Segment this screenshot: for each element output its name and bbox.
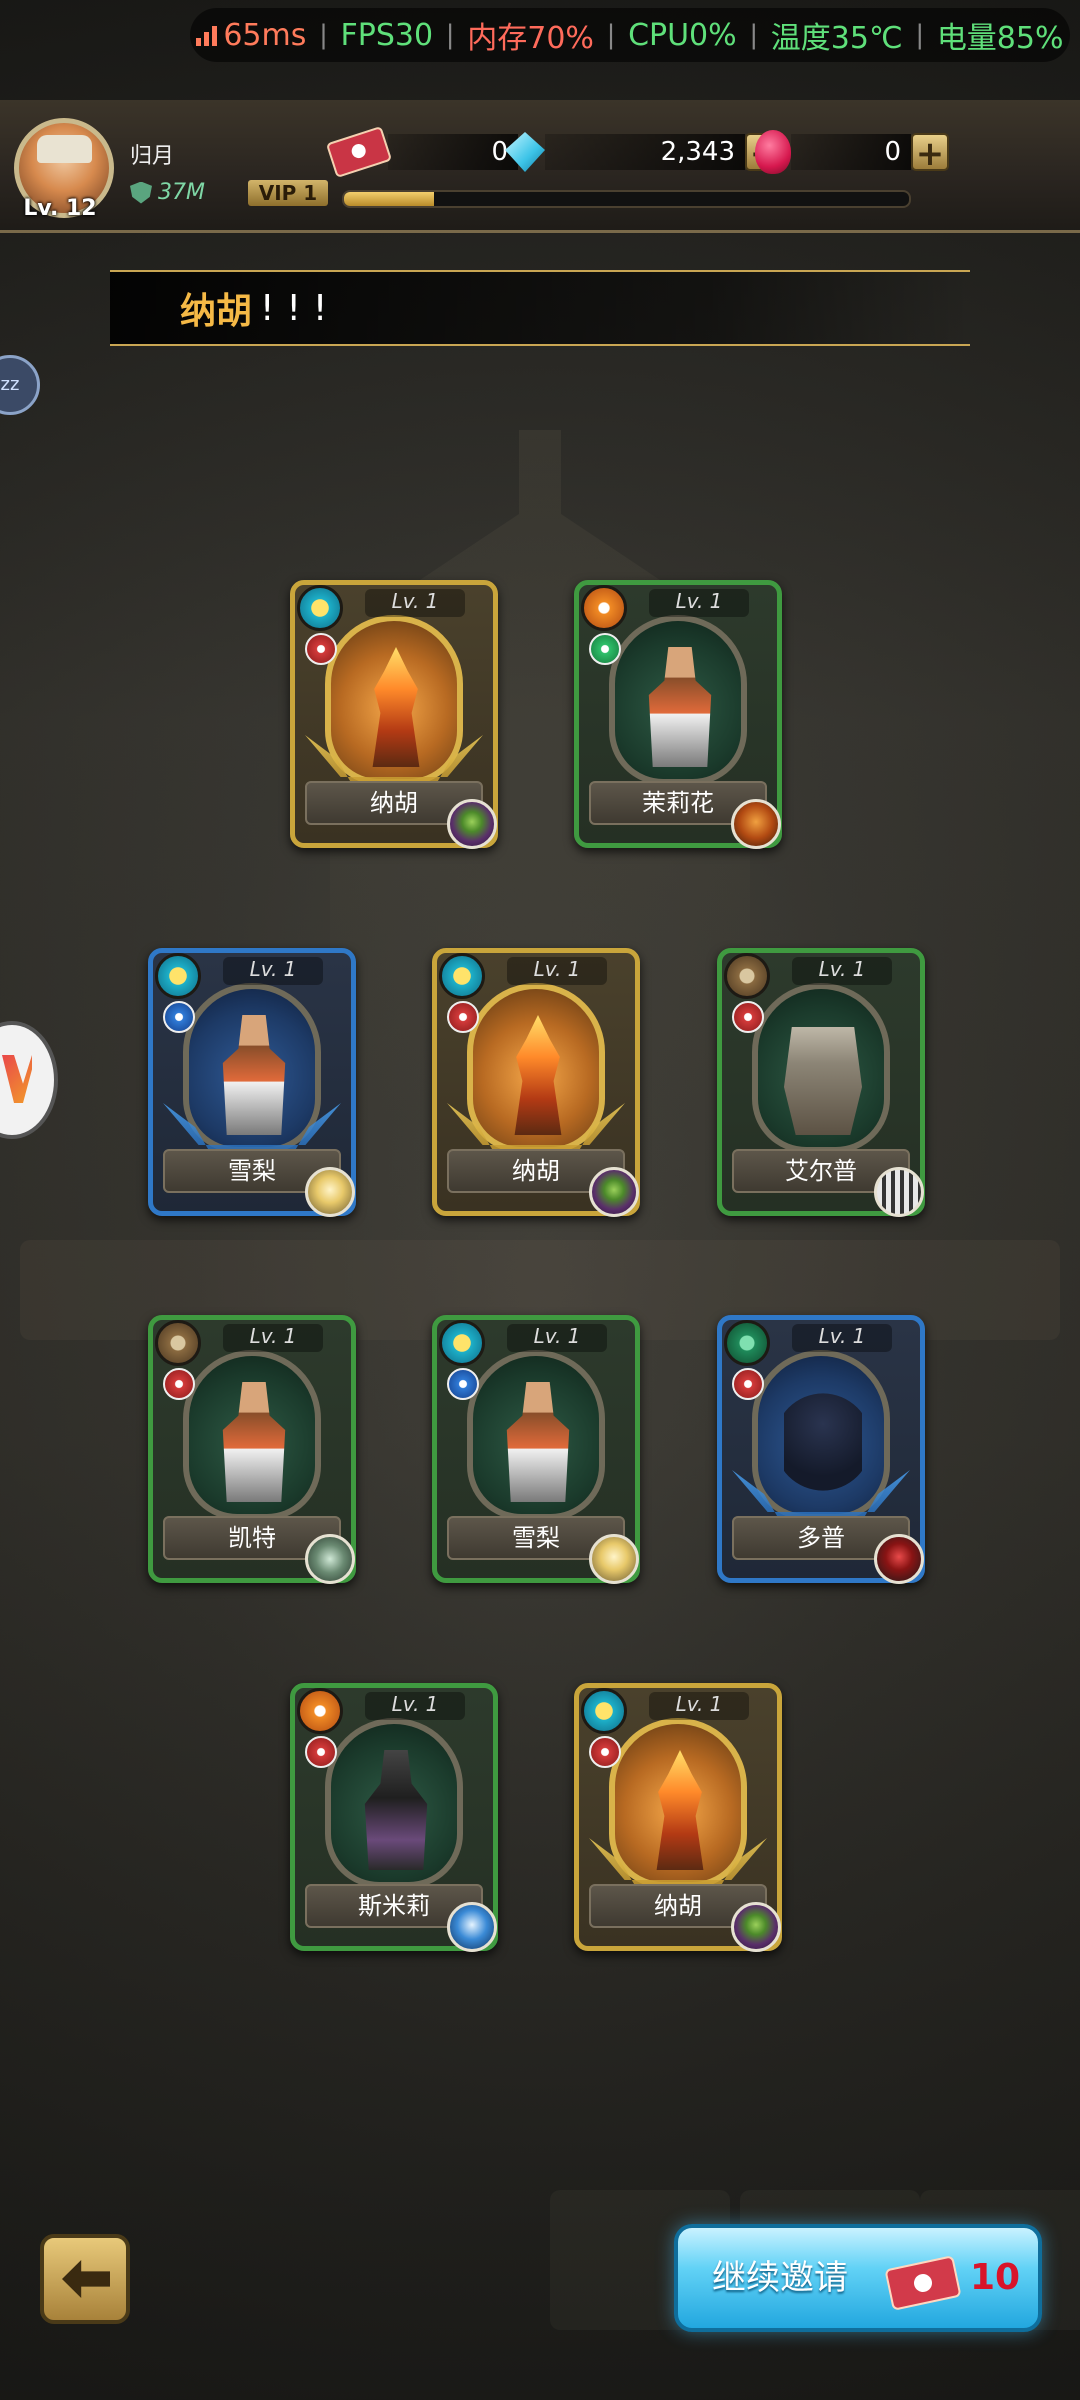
hero-card[interactable]: 茉莉花 Lv. 1 <box>574 580 782 849</box>
hero-card[interactable]: 艾尔普 Lv. 1 <box>717 948 925 1217</box>
power-shield-icon <box>130 181 152 204</box>
card-level: Lv. 1 <box>365 589 465 617</box>
back-arrow-icon <box>62 2260 110 2298</box>
element-badge-icon <box>447 799 497 849</box>
vip-badge[interactable]: VIP 1 <box>248 180 328 206</box>
invite-cost: 10 <box>970 2257 1021 2298</box>
element-badge-icon <box>305 1167 355 1217</box>
player-power: 37M <box>130 180 205 205</box>
hero-card[interactable]: 纳胡 Lv. 1 <box>290 580 498 849</box>
vip-progress-bar <box>342 190 911 208</box>
temperature-readout: 温度35℃ <box>770 21 903 56</box>
hero-card[interactable]: 纳胡 Lv. 1 <box>432 948 640 1217</box>
role-badge-icon <box>447 1368 479 1400</box>
battery-readout: 电量85% <box>936 21 1064 56</box>
card-level: Lv. 1 <box>507 957 607 985</box>
hero-card[interactable]: 斯米莉 Lv. 1 <box>290 1683 498 1952</box>
hero-card[interactable]: 多普 Lv. 1 <box>717 1315 925 1584</box>
hero-figure <box>784 1027 862 1135</box>
diamond-resource: 2,343 + <box>505 132 783 173</box>
element-badge-icon <box>589 1167 639 1217</box>
ruby-count: 0 <box>791 134 911 170</box>
memory-readout: 内存70% <box>467 21 594 56</box>
continue-invite-label: 继续邀请 <box>712 2258 848 2298</box>
ticket-resource[interactable]: 0 <box>325 125 518 179</box>
ping-readout: 65ms <box>196 18 306 53</box>
continue-invite-button[interactable]: 继续邀请 10 <box>674 2224 1042 2332</box>
element-badge-icon <box>874 1534 924 1584</box>
role-badge-icon <box>163 1368 195 1400</box>
message-exclaim: !!! <box>260 287 340 329</box>
element-badge-icon <box>589 1534 639 1584</box>
role-badge-icon <box>163 1001 195 1033</box>
player-name: 归月 <box>130 144 175 169</box>
brown-hat-icon <box>724 953 770 999</box>
role-badge-icon <box>305 633 337 665</box>
element-badge-icon <box>305 1534 355 1584</box>
element-badge-icon <box>447 1902 497 1952</box>
diamond-count: 2,343 <box>545 134 745 170</box>
diamond-icon <box>505 132 545 172</box>
fps-readout: FPS30 <box>340 17 434 53</box>
orange-boot-icon <box>581 585 627 631</box>
role-badge-icon <box>589 633 621 665</box>
card-level: Lv. 1 <box>649 1692 749 1720</box>
teal-crown-icon <box>297 585 343 631</box>
invite-ticket-icon <box>325 125 393 179</box>
card-level: Lv. 1 <box>223 1324 323 1352</box>
player-level: Lv. 12 <box>23 196 97 221</box>
back-button[interactable] <box>40 2234 130 2324</box>
cpu-readout: CPU0% <box>628 17 737 53</box>
invite-ticket-icon <box>884 2255 962 2311</box>
hero-card[interactable]: 雪梨 Lv. 1 <box>432 1315 640 1584</box>
card-level: Lv. 1 <box>792 957 892 985</box>
ruby-icon <box>755 130 791 174</box>
role-badge-icon <box>732 1001 764 1033</box>
message-hero-name: 纳胡 <box>180 291 253 332</box>
add-rubies-button[interactable]: + <box>911 133 949 173</box>
teal-crown-icon <box>155 953 201 999</box>
card-level: Lv. 1 <box>507 1324 607 1352</box>
recruit-message-bar: 纳胡 !!! <box>110 270 970 346</box>
hero-card[interactable]: 雪梨 Lv. 1 <box>148 948 356 1217</box>
orange-boot-icon <box>297 1688 343 1734</box>
brown-hat-icon <box>155 1320 201 1366</box>
hero-card[interactable]: 凯特 Lv. 1 <box>148 1315 356 1584</box>
card-level: Lv. 1 <box>792 1324 892 1352</box>
vip-progress-fill <box>344 192 435 206</box>
role-badge-icon <box>732 1368 764 1400</box>
signal-icon <box>196 24 218 46</box>
element-badge-icon <box>731 799 781 849</box>
ticket-count: 0 <box>388 134 518 170</box>
element-badge-icon <box>874 1167 924 1217</box>
card-level: Lv. 1 <box>649 589 749 617</box>
forest-tree-icon <box>724 1320 770 1366</box>
ruby-resource: 0 + <box>755 130 949 174</box>
teal-crown-icon <box>439 1320 485 1366</box>
power-value: 37M <box>158 180 205 205</box>
teal-crown-icon <box>581 1688 627 1734</box>
role-badge-icon <box>447 1001 479 1033</box>
element-badge-icon <box>731 1902 781 1952</box>
teal-crown-icon <box>439 953 485 999</box>
role-badge-icon <box>305 1736 337 1768</box>
performance-overlay: 65ms | FPS30 | 内存70% | CPU0% | 温度35℃ | 电… <box>190 8 1070 62</box>
role-badge-icon <box>589 1736 621 1768</box>
card-level: Lv. 1 <box>223 957 323 985</box>
hero-card[interactable]: 纳胡 Lv. 1 <box>574 1683 782 1952</box>
card-level: Lv. 1 <box>365 1692 465 1720</box>
